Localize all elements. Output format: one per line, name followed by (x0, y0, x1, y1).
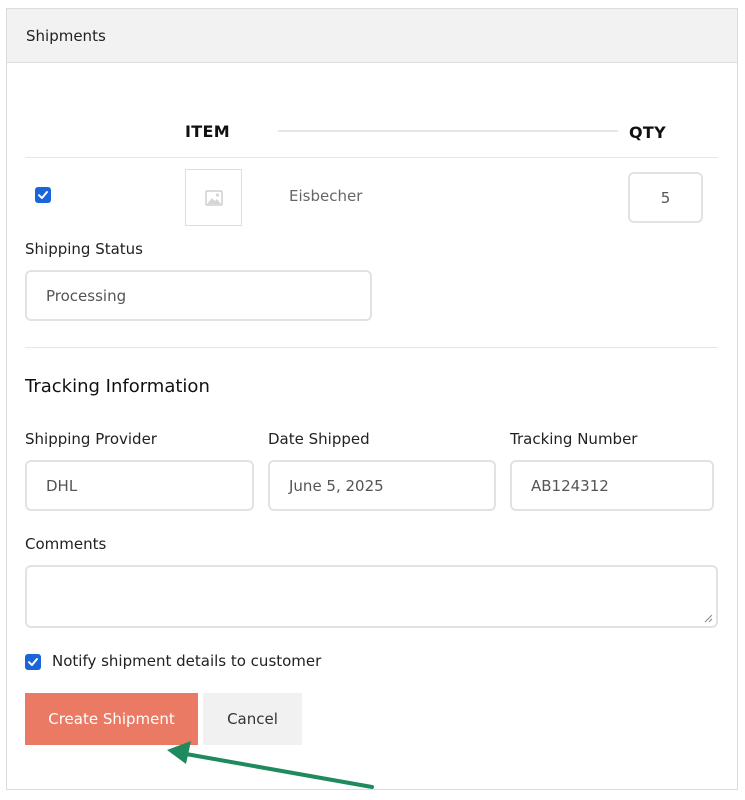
tracking-number-label: Tracking Number (510, 430, 638, 448)
column-header-qty: QTY (629, 123, 667, 142)
notify-customer-label[interactable]: Notify shipment details to customer (52, 652, 321, 670)
date-shipped-input[interactable]: June 5, 2025 (268, 460, 496, 511)
quantity-input[interactable]: 5 (628, 172, 703, 223)
comments-textarea[interactable] (25, 565, 718, 628)
column-header-item: ITEM (185, 122, 230, 141)
notify-customer-checkbox[interactable] (25, 654, 41, 670)
checkmark-icon (38, 191, 48, 199)
item-thumbnail (185, 169, 242, 226)
create-shipment-button[interactable]: Create Shipment (25, 693, 198, 745)
item-name: Eisbecher (289, 187, 363, 205)
tracking-section-title: Tracking Information (25, 376, 210, 397)
shipping-provider-input[interactable]: DHL (25, 460, 254, 511)
shipping-provider-label: Shipping Provider (25, 430, 157, 448)
checkmark-icon (28, 658, 38, 666)
table-header-divider (25, 157, 718, 158)
comments-label: Comments (25, 535, 107, 553)
resize-grip-icon[interactable] (703, 613, 713, 623)
image-placeholder-icon (205, 190, 223, 206)
header-divider (278, 130, 618, 132)
cancel-button[interactable]: Cancel (203, 693, 302, 745)
date-shipped-label: Date Shipped (268, 430, 370, 448)
shipping-status-select[interactable]: Processing (25, 270, 372, 321)
shipping-status-label: Shipping Status (25, 240, 144, 258)
panel-title: Shipments (7, 9, 737, 63)
section-divider (25, 347, 718, 348)
item-select-checkbox[interactable] (35, 187, 51, 203)
tracking-number-input[interactable]: AB124312 (510, 460, 714, 511)
